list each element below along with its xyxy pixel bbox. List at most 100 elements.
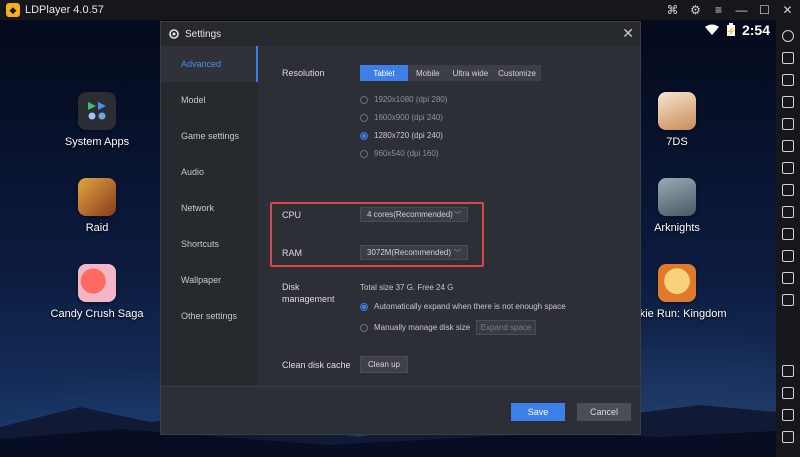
window-title: LDPlayer 4.0.57 xyxy=(25,4,104,16)
keyboard-icon[interactable] xyxy=(782,52,794,64)
gamepad-icon[interactable]: ⌘ xyxy=(666,4,679,17)
resolution-option-label: 960x540 (dpi 160) xyxy=(374,149,439,158)
radio-button-selected[interactable] xyxy=(360,302,368,311)
record-icon[interactable] xyxy=(782,250,794,262)
nav-item-game-settings[interactable]: Game settings xyxy=(161,118,258,154)
home-icon[interactable] xyxy=(782,387,794,399)
nav-item-other-settings[interactable]: Other settings xyxy=(161,298,258,334)
settings-nav: Advanced Model Game settings Audio Netwo… xyxy=(161,46,258,386)
arknights-icon xyxy=(658,178,696,216)
save-button[interactable]: Save xyxy=(511,403,565,421)
close-icon[interactable]: ✕ xyxy=(781,4,794,17)
disk-manual-label: Manually manage disk size xyxy=(374,323,471,332)
nav-item-wallpaper[interactable]: Wallpaper xyxy=(161,262,258,298)
radio-button[interactable] xyxy=(360,149,368,158)
settings-content: Resolution Tablet Mobile Ultra wide Cust… xyxy=(258,46,640,386)
cpu-label: CPU xyxy=(282,210,302,220)
apk-icon[interactable] xyxy=(782,184,794,196)
disk-label-line2: management xyxy=(282,294,335,304)
nav-item-shortcuts[interactable]: Shortcuts xyxy=(161,226,258,262)
7ds-icon xyxy=(658,92,696,130)
wifi-icon xyxy=(704,24,719,35)
footer-divider xyxy=(161,386,640,387)
resolution-option[interactable]: 960x540 (dpi 160) xyxy=(360,149,439,158)
ram-select[interactable]: 3072M(Recommended) ﹀ xyxy=(360,245,468,260)
recent-apps-icon[interactable] xyxy=(782,431,794,443)
disk-auto-expand-label: Automatically expand when there is not e… xyxy=(374,302,566,311)
tab-tablet[interactable]: Tablet xyxy=(360,65,408,81)
scissors-icon[interactable] xyxy=(782,206,794,218)
disk-size-info: Total size 37 G. Free 24 G xyxy=(360,283,454,292)
app-system-apps[interactable]: System Apps xyxy=(37,92,157,148)
resolution-label: Resolution xyxy=(282,68,325,78)
resolution-option-selected[interactable]: 1280x720 (dpi 240) xyxy=(360,131,443,140)
clock: 2:54 xyxy=(741,22,770,38)
chevron-down-icon: ﹀ xyxy=(454,249,461,257)
window-controls: ⌘ ⚙ ≡ — ☐ ✕ xyxy=(666,0,794,20)
more-icon[interactable] xyxy=(782,294,794,306)
tab-mobile[interactable]: Mobile xyxy=(408,65,448,81)
app-label: ookie Run: Kingdom xyxy=(627,308,727,320)
radio-button-selected[interactable] xyxy=(360,131,368,140)
back-icon[interactable] xyxy=(782,365,794,377)
cpu-value: 4 cores(Recommended) xyxy=(367,210,453,219)
disk-label-line1: Disk xyxy=(282,282,300,292)
clean-up-button[interactable]: Clean up xyxy=(360,356,408,373)
app-label: Arknights xyxy=(654,222,700,234)
dialog-header: Settings ✕ xyxy=(161,22,640,46)
close-icon[interactable]: ✕ xyxy=(622,26,634,40)
menu-icon[interactable]: ≡ xyxy=(712,4,725,17)
battery-icon: ⚡ xyxy=(726,23,736,36)
expand-space-button[interactable]: Expand space xyxy=(476,320,536,335)
minimize-icon[interactable]: — xyxy=(735,4,748,17)
radio-button[interactable] xyxy=(360,95,368,104)
cpu-select[interactable]: 4 cores(Recommended) ﹀ xyxy=(360,207,468,222)
radio-button[interactable] xyxy=(360,113,368,122)
add-icon[interactable] xyxy=(782,162,794,174)
ldplayer-logo-icon: ◆ xyxy=(6,3,20,17)
resolution-option-label: 1600x900 (dpi 240) xyxy=(374,113,443,122)
status-bar: ⚡ 2:54 xyxy=(704,22,770,38)
disk-auto-expand-option[interactable]: Automatically expand when there is not e… xyxy=(360,302,566,311)
tab-customize[interactable]: Customize xyxy=(493,65,541,81)
system-apps-icon xyxy=(78,92,116,130)
sync-icon[interactable] xyxy=(782,272,794,284)
cookie-run-icon xyxy=(658,264,696,302)
gear-icon xyxy=(169,29,179,39)
app-label: Raid xyxy=(85,222,109,234)
app-candy-crush[interactable]: Candy Crush Saga xyxy=(37,264,157,320)
radio-button[interactable] xyxy=(360,323,368,332)
maximize-icon[interactable]: ☐ xyxy=(758,4,771,17)
app-label: 7DS xyxy=(666,136,688,148)
screenshot-icon[interactable] xyxy=(782,140,794,152)
app-label: Candy Crush Saga xyxy=(50,308,144,320)
nav-item-model[interactable]: Model xyxy=(161,82,258,118)
settings-icon[interactable] xyxy=(782,30,794,42)
volume-down-icon[interactable] xyxy=(782,96,794,108)
dialog-title: Settings xyxy=(185,28,222,40)
raid-icon xyxy=(78,178,116,216)
ram-value: 3072M(Recommended) xyxy=(367,248,452,257)
settings-dialog: Settings ✕ Advanced Model Game settings … xyxy=(160,21,641,435)
resolution-option[interactable]: 1920x1080 (dpi 280) xyxy=(360,95,447,104)
volume-up-icon[interactable] xyxy=(782,74,794,86)
svg-text:⚡: ⚡ xyxy=(726,26,736,36)
candy-crush-icon xyxy=(78,264,116,302)
app-raid[interactable]: Raid xyxy=(37,178,157,234)
nav-item-advanced[interactable]: Advanced xyxy=(161,46,258,82)
disk-manual-option[interactable]: Manually manage disk size xyxy=(360,323,470,332)
menu-icon[interactable] xyxy=(782,409,794,421)
resolution-option-label: 1280x720 (dpi 240) xyxy=(374,131,443,140)
nav-item-audio[interactable]: Audio xyxy=(161,154,258,190)
settings-icon[interactable]: ⚙ xyxy=(689,4,702,17)
fullscreen-icon[interactable] xyxy=(782,118,794,130)
cancel-button[interactable]: Cancel xyxy=(577,403,631,421)
right-toolbar xyxy=(776,20,800,457)
video-icon[interactable] xyxy=(782,228,794,240)
ram-label: RAM xyxy=(282,248,302,258)
resolution-tabs: Tablet Mobile Ultra wide Customize xyxy=(360,65,541,81)
nav-item-network[interactable]: Network xyxy=(161,190,258,226)
chevron-down-icon: ﹀ xyxy=(454,211,461,219)
tab-ultra-wide[interactable]: Ultra wide xyxy=(448,65,494,81)
resolution-option[interactable]: 1600x900 (dpi 240) xyxy=(360,113,443,122)
